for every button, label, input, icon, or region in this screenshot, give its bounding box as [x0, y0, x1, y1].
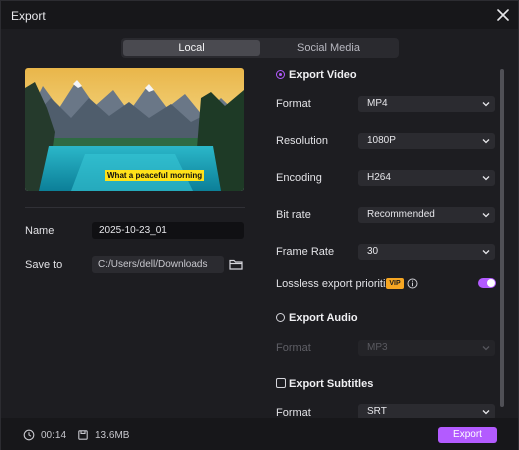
settings-scrollbar[interactable]	[500, 69, 504, 407]
export-video-heading: Export Video	[289, 69, 357, 81]
chevron-down-icon	[482, 213, 490, 218]
export-audio-heading: Export Audio	[289, 312, 358, 324]
video-preview-thumbnail: What a peaceful morning	[25, 68, 244, 191]
export-dialog: Export Local Social Media What a peacefu…	[0, 0, 519, 450]
export-subtitles-checkbox[interactable]	[276, 378, 286, 388]
duration-value: 00:14	[41, 430, 67, 441]
folder-icon	[229, 259, 243, 270]
encoding-select[interactable]: H264	[358, 170, 495, 186]
lossless-export-label: Lossless export prioritized	[276, 278, 404, 290]
save-to-label: Save to	[25, 259, 63, 271]
chevron-down-icon	[482, 139, 490, 144]
chevron-down-icon	[482, 250, 490, 255]
bit-rate-label: Bit rate	[276, 209, 311, 221]
chevron-down-icon	[482, 102, 490, 107]
lossless-toggle[interactable]	[478, 278, 496, 288]
encoding-label: Encoding	[276, 172, 322, 184]
export-settings-panel: Export Video Format MP4 Resolution 1080P…	[267, 61, 497, 421]
export-destination-tabs: Local Social Media	[121, 38, 399, 58]
divider	[25, 207, 245, 208]
audio-format-select[interactable]: MP3	[358, 340, 495, 356]
format-label: Format	[276, 98, 311, 110]
frame-rate-value: 30	[367, 246, 379, 257]
bit-rate-value: Recommended	[367, 209, 435, 220]
resolution-value: 1080P	[367, 135, 396, 146]
resolution-label: Resolution	[276, 135, 328, 147]
info-icon[interactable]	[407, 278, 418, 289]
file-size-icon	[78, 430, 88, 440]
chevron-down-icon	[482, 410, 490, 415]
tab-social-media[interactable]: Social Media	[260, 40, 397, 56]
file-name-input[interactable]: 2025-10-23_01	[92, 222, 244, 239]
chevron-down-icon	[482, 176, 490, 181]
footer-bar: 00:14 13.6MB Export	[1, 418, 518, 450]
audio-format-value: MP3	[367, 342, 388, 353]
vip-badge: VIP	[386, 278, 404, 289]
video-format-value: MP4	[367, 98, 388, 109]
title-bar: Export	[1, 1, 518, 29]
frame-rate-label: Frame Rate	[276, 246, 335, 258]
save-path-field[interactable]: C:/Users/dell/Downloads	[92, 256, 224, 273]
window-title: Export	[11, 9, 46, 23]
video-format-select[interactable]: MP4	[358, 96, 495, 112]
export-button[interactable]: Export	[438, 427, 497, 443]
close-icon	[497, 9, 509, 21]
resolution-select[interactable]: 1080P	[358, 133, 495, 149]
chevron-down-icon	[482, 346, 490, 351]
subtitle-format-value: SRT	[367, 406, 387, 417]
export-audio-radio[interactable]	[276, 313, 285, 322]
audio-format-label: Format	[276, 342, 311, 354]
close-button[interactable]	[494, 6, 512, 24]
export-video-radio[interactable]	[276, 70, 285, 79]
clock-icon	[23, 429, 35, 441]
encoding-value: H264	[367, 172, 391, 183]
bit-rate-select[interactable]: Recommended	[358, 207, 495, 223]
preview-caption: What a peaceful morning	[105, 170, 205, 181]
browse-folder-button[interactable]	[228, 256, 244, 272]
tab-local[interactable]: Local	[123, 40, 260, 56]
name-label: Name	[25, 225, 55, 237]
export-subtitles-heading: Export Subtitles	[289, 378, 374, 390]
file-size-value: 13.6MB	[95, 430, 130, 441]
frame-rate-select[interactable]: 30	[358, 244, 495, 260]
